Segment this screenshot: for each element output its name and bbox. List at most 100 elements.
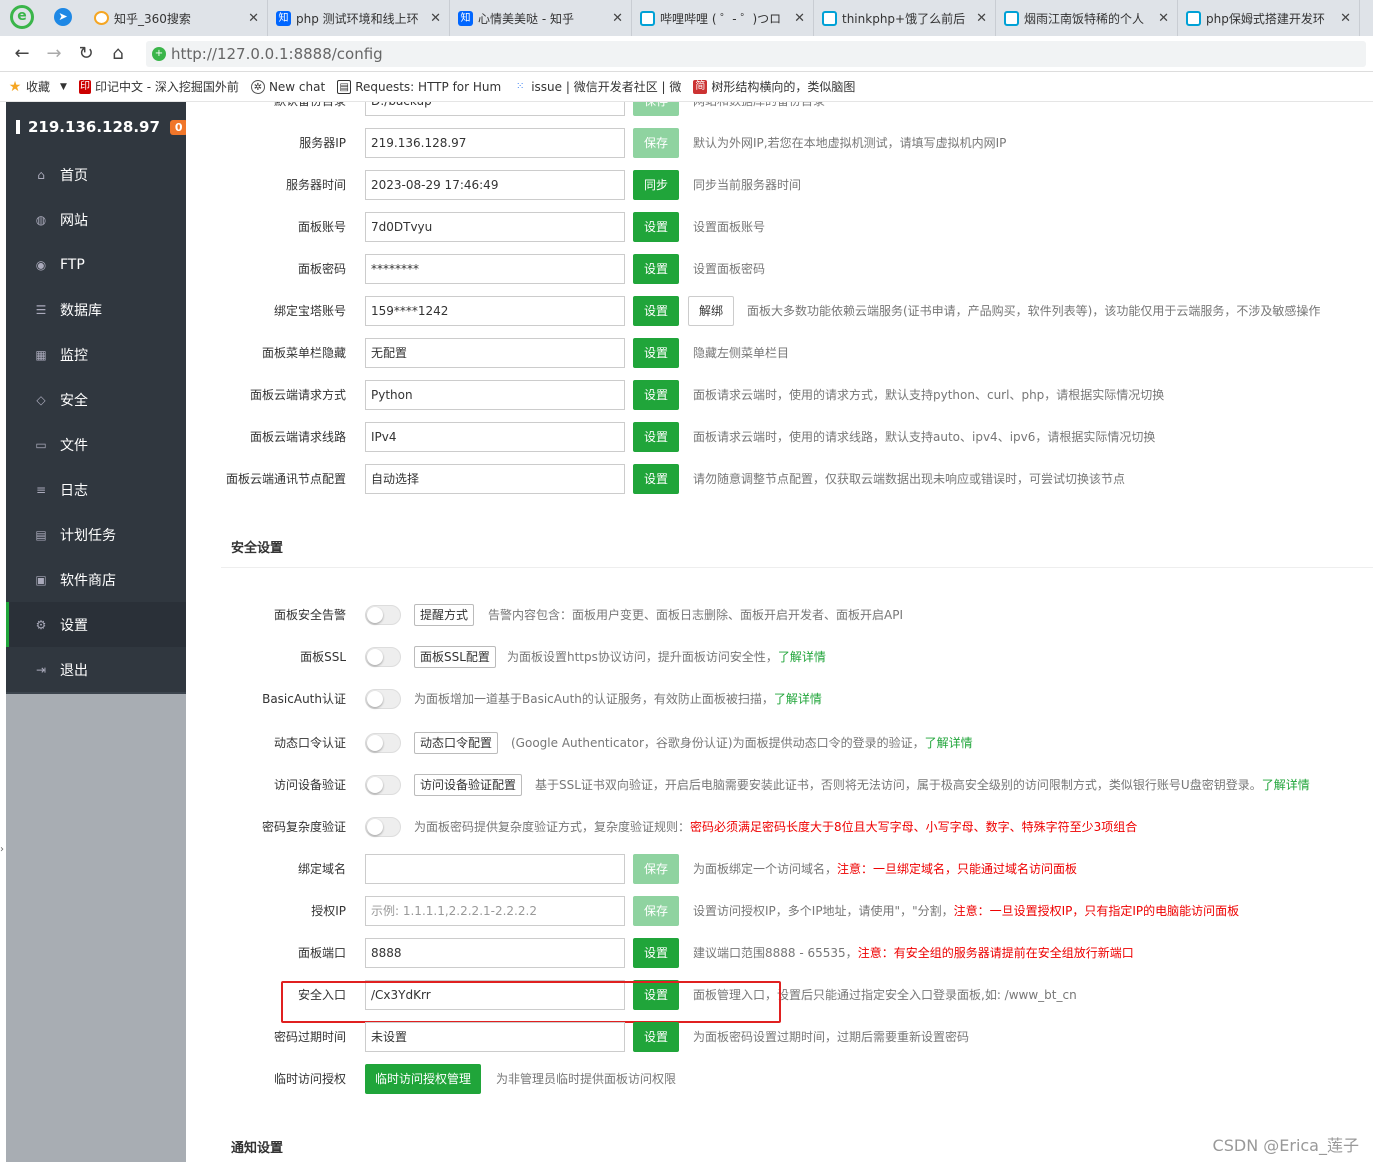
set-button[interactable]: 设置 <box>633 380 679 410</box>
browser-tab[interactable]: 知 心情美美哒 - 知乎 ✕ <box>450 0 632 36</box>
security-alert-toggle[interactable] <box>365 605 401 625</box>
bind-domain-input[interactable] <box>365 854 625 884</box>
notification-badge[interactable]: 0 <box>169 119 188 135</box>
learn-more-link[interactable]: 了解详情 <box>774 692 822 706</box>
browser-tab[interactable]: php保姆式搭建开发环 ✕ <box>1178 0 1360 36</box>
sync-button[interactable]: 同步 <box>633 170 679 200</box>
panel-password-input[interactable]: ******** <box>365 254 625 284</box>
set-button[interactable]: 设置 <box>633 938 679 968</box>
sidebar-item-files[interactable]: ▭ 文件 <box>6 422 186 467</box>
zhihu-icon: 知 <box>276 10 291 26</box>
apps-icon: ▣ <box>35 572 47 587</box>
sidebar-item-cron[interactable]: ▤ 计划任务 <box>6 512 186 557</box>
auth-ip-input[interactable]: 示例: 1.1.1.1,2.2.2.1-2.2.2.2 <box>365 896 625 926</box>
alert-method-button[interactable]: 提醒方式 <box>414 604 475 626</box>
set-button[interactable]: 设置 <box>633 422 679 452</box>
server-time-input[interactable]: 2023-08-29 17:46:49 <box>365 170 625 200</box>
set-button[interactable]: 设置 <box>633 464 679 494</box>
password-complexity-toggle[interactable] <box>365 817 401 837</box>
bookmark-item[interactable]: ⁙ issue | 微信开发者社区 | 微 <box>513 78 681 95</box>
node-config-input[interactable]: 自动选择 <box>365 464 625 494</box>
device-verify-toggle[interactable] <box>365 775 401 795</box>
close-icon[interactable]: ✕ <box>1340 11 1351 26</box>
bookmark-item[interactable]: 简 树形结构横向的，类似脑图 <box>693 78 855 95</box>
save-button[interactable]: 保存 <box>633 102 679 116</box>
back-icon[interactable]: ← <box>10 42 34 66</box>
set-button[interactable]: 设置 <box>633 1022 679 1052</box>
folder-icon: ▭ <box>35 437 47 452</box>
learn-more-link[interactable]: 了解详情 <box>925 736 973 750</box>
browser-tab[interactable]: 哔哩哔哩 ( ゜- ゜)つロ ✕ <box>632 0 814 36</box>
close-icon[interactable]: ✕ <box>976 11 987 26</box>
basic-auth-toggle[interactable] <box>365 689 401 709</box>
collapse-handle-icon[interactable]: › <box>0 844 4 855</box>
menu-hide-input[interactable]: 无配置 <box>365 338 625 368</box>
security-section-title: 安全设置 <box>231 541 284 556</box>
close-icon[interactable]: ✕ <box>248 11 259 26</box>
chevron-down-icon[interactable]: ▼ <box>60 82 67 92</box>
set-button[interactable]: 设置 <box>633 212 679 242</box>
setting-row-basic-auth: BasicAuth认证 为面板增加一道基于BasicAuth的认证服务，有效防止… <box>201 684 1371 714</box>
send-icon[interactable]: ➤ <box>54 8 72 26</box>
password-expire-input[interactable]: 未设置 <box>365 1022 625 1052</box>
bind-account-input[interactable]: 159****1242 <box>365 296 625 326</box>
unbind-button[interactable]: 解绑 <box>688 296 735 326</box>
save-button[interactable]: 保存 <box>633 896 679 926</box>
learn-more-link[interactable]: 了解详情 <box>778 650 826 664</box>
forward-icon[interactable]: → <box>42 42 66 66</box>
sidebar-item-settings[interactable]: ⚙ 设置 <box>6 602 186 647</box>
save-button[interactable]: 保存 <box>633 128 679 158</box>
close-icon[interactable]: ✕ <box>1158 11 1169 26</box>
learn-more-link[interactable]: 了解详情 <box>1262 778 1310 792</box>
close-icon[interactable]: ✕ <box>430 11 441 26</box>
bookmark-favorites[interactable]: ★ 收藏 ▼ <box>8 78 67 95</box>
server-ip-input[interactable]: 219.136.128.97 <box>365 128 625 158</box>
sidebar-item-logs[interactable]: ≡ 日志 <box>6 467 186 512</box>
browser-tab[interactable]: 知乎_360搜索 ✕ <box>86 0 268 36</box>
set-button[interactable]: 设置 <box>633 338 679 368</box>
close-icon[interactable]: ✕ <box>794 11 805 26</box>
home-icon[interactable]: ⌂ <box>106 42 130 66</box>
setting-row-panel-port: 面板端口 8888 设置 建议端口范围8888 - 65535，注意：有安全组的… <box>201 938 1371 968</box>
sidebar-item-monitor[interactable]: ▦ 监控 <box>6 332 186 377</box>
browser-logo-icon[interactable]: e <box>10 5 34 29</box>
url-input[interactable]: + http://127.0.0.1:8888/config <box>146 41 1366 67</box>
backup-dir-input[interactable]: D:/backup <box>365 102 625 116</box>
sidebar-item-website[interactable]: ◍ 网站 <box>6 197 186 242</box>
shield-icon: ◇ <box>36 392 46 407</box>
log-icon: ≡ <box>35 482 47 497</box>
ssl-config-button[interactable]: 面板SSL配置 <box>414 646 496 668</box>
otp-config-button[interactable]: 动态口令配置 <box>414 732 499 754</box>
browser-tab[interactable]: 知 php 测试环境和线上环 ✕ <box>268 0 450 36</box>
set-button[interactable]: 设置 <box>633 254 679 284</box>
close-icon[interactable]: ✕ <box>612 11 623 26</box>
sidebar-item-store[interactable]: ▣ 软件商店 <box>6 557 186 602</box>
globe-icon: ◍ <box>35 212 47 227</box>
temp-access-manage-button[interactable]: 临时访问授权管理 <box>365 1064 482 1094</box>
set-button[interactable]: 设置 <box>633 296 679 326</box>
bookmark-item[interactable]: ✲ New chat <box>250 79 325 94</box>
setting-row-panel-ssl: 面板SSL 面板SSL配置 为面板设置https协议访问，提升面板访问安全性，了… <box>201 642 1371 672</box>
sidebar-item-database[interactable]: ☰ 数据库 <box>6 287 186 332</box>
device-verify-config-button[interactable]: 访问设备验证配置 <box>414 774 523 796</box>
sidebar-item-security[interactable]: ◇ 安全 <box>6 377 186 422</box>
reload-icon[interactable]: ↻ <box>74 42 98 66</box>
bookmark-item[interactable]: ▤ Requests: HTTP for Hum <box>337 79 501 94</box>
sidebar-item-home[interactable]: ⌂ 首页 <box>6 152 186 197</box>
bookmark-item[interactable]: 印 印记中文 - 深入挖掘国外前 <box>78 78 239 95</box>
watermark: CSDN @Erica_莲子 <box>1212 1136 1359 1155</box>
panel-ssl-toggle[interactable] <box>365 647 401 667</box>
sidebar-item-logout[interactable]: ⇥ 退出 <box>6 647 186 692</box>
setting-row-request-line: 面板云端请求线路 IPv4 设置 面板请求云端时，使用的请求线路，默认支持aut… <box>201 422 1371 452</box>
browser-tab[interactable]: 烟雨江南饭特稀的个人 ✕ <box>996 0 1178 36</box>
otp-toggle[interactable] <box>365 733 401 753</box>
panel-port-input[interactable]: 8888 <box>365 938 625 968</box>
setting-row-device-verify: 访问设备验证 访问设备验证配置 基于SSL证书双向验证，开启后电脑需要安装此证书… <box>201 770 1371 800</box>
sidebar-menu: ⌂ 首页 ◍ 网站 ◉ FTP ☰ 数据库 ▦ 监控 ◇ 安全 ▭ 文件 ≡ 日志 ▤ 计划任务 … <box>6 152 186 692</box>
sidebar-item-ftp[interactable]: ◉ FTP <box>6 242 186 287</box>
request-line-input[interactable]: IPv4 <box>365 422 625 452</box>
browser-tab[interactable]: thinkphp+饿了么前后 ✕ <box>814 0 996 36</box>
save-button[interactable]: 保存 <box>633 854 679 884</box>
panel-account-input[interactable]: 7d0DTvyu <box>365 212 625 242</box>
request-method-input[interactable]: Python <box>365 380 625 410</box>
